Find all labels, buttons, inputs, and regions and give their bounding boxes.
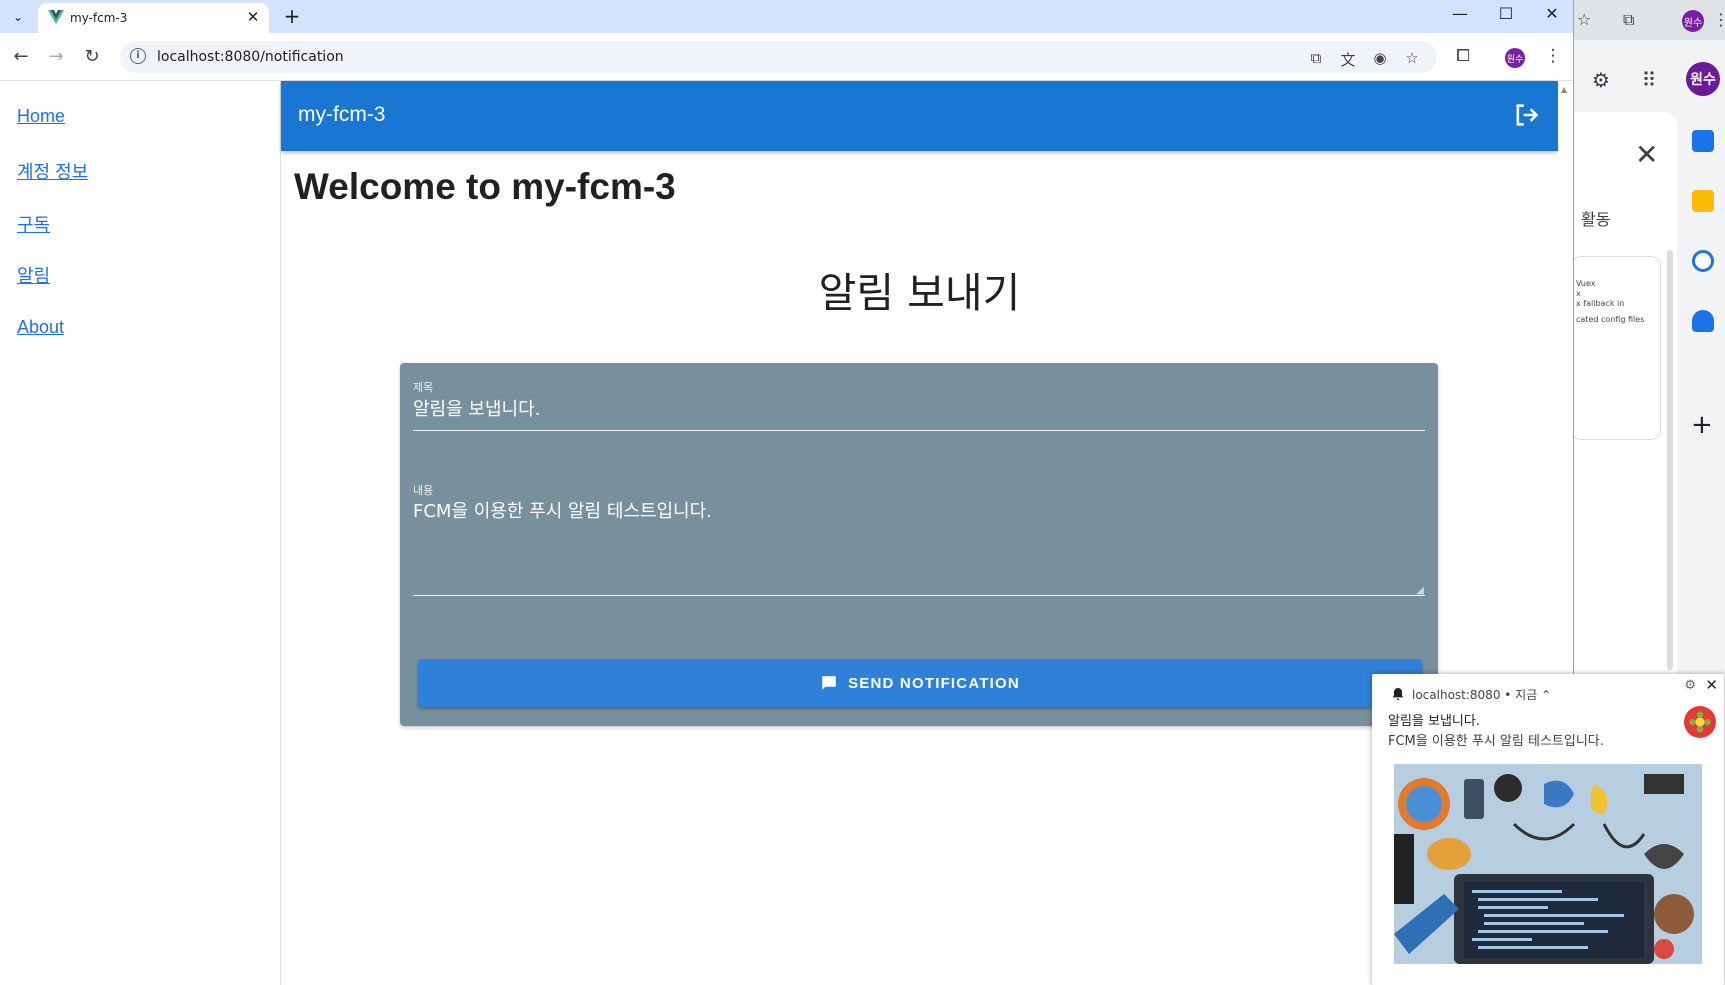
toast-app-icon: [1684, 706, 1716, 738]
activity-label: 활동: [1581, 210, 1611, 229]
apps-grid-icon[interactable]: ⠿: [1635, 66, 1663, 94]
toast-origin: localhost:8080 • 지금 ⌃: [1412, 688, 1552, 702]
browser-toolbar: ← → ↻ i localhost:8080/notification ⧉ 文 …: [0, 33, 1573, 81]
extensions-puzzle-icon[interactable]: ⧠: [1450, 43, 1476, 69]
toast-body: FCM을 이용한 푸시 알림 테스트입니다.: [1388, 734, 1604, 749]
avatar[interactable]: 원수: [1686, 62, 1720, 96]
toast-image: [1394, 764, 1702, 964]
address-bar[interactable]: i localhost:8080/notification ⧉ 文 ◉ ☆: [120, 41, 1437, 73]
keep-icon[interactable]: [1692, 190, 1714, 212]
tasks-icon[interactable]: [1692, 250, 1714, 272]
extensions-icon[interactable]: ⧉: [1623, 10, 1634, 30]
maximize-icon[interactable]: ☐: [1489, 4, 1523, 28]
card-line: cated config files: [1576, 315, 1645, 324]
content-field-label: 내용: [413, 484, 434, 497]
card-line: x fallback in: [1576, 299, 1625, 308]
page-title: Welcome to my-fcm-3: [294, 166, 676, 207]
send-button-label: SEND NOTIFICATION: [848, 674, 1020, 692]
tech-collage-illustration: [1394, 764, 1702, 964]
browser-window: ⌄ my-fcm-3 ✕ + — ☐ ✕ ← → ↻ i localhost:8…: [0, 0, 1574, 985]
title-field[interactable]: 알림을 보냅니다.: [413, 395, 540, 421]
translate-icon[interactable]: 文: [1338, 49, 1358, 69]
close-icon[interactable]: ✕: [1635, 138, 1658, 171]
bookmark-star-icon[interactable]: ☆: [1402, 49, 1422, 67]
card-line: Vuex: [1576, 279, 1596, 288]
notification-form: 제목 알림을 보냅니다. 내용 FCM을 이용한 푸시 알림 테스트입니다. ◢…: [400, 363, 1438, 726]
reload-icon[interactable]: ↻: [80, 45, 104, 69]
sidebar-item-notification[interactable]: 알림: [17, 262, 50, 288]
content-field-underline: [413, 595, 1425, 596]
scrollbar[interactable]: [1667, 250, 1673, 670]
sidebar-item-home[interactable]: Home: [17, 106, 65, 127]
window-close-icon[interactable]: ✕: [1535, 4, 1569, 28]
notification-toast[interactable]: localhost:8080 • 지금 ⌃ ⚙ ✕ 알림을 보냅니다. FCM을…: [1372, 674, 1724, 985]
tab-search-chevron-icon[interactable]: ⌄: [6, 6, 30, 28]
sidebar: Home 계정 정보 구독 알림 About: [0, 81, 281, 985]
calendar-icon[interactable]: [1692, 130, 1714, 152]
url-text[interactable]: localhost:8080/notification: [157, 49, 344, 65]
new-tab-icon[interactable]: +: [280, 4, 304, 28]
title-field-underline: [413, 430, 1425, 431]
tab-title: my-fcm-3: [70, 11, 128, 25]
side-app-icons: [1686, 130, 1720, 370]
activity-card[interactable]: Vuex x x fallback in cated config files: [1571, 256, 1661, 440]
tab-active[interactable]: my-fcm-3 ✕: [38, 3, 269, 33]
more-menu-icon[interactable]: ⋮: [1540, 43, 1566, 69]
content-field[interactable]: FCM을 이용한 푸시 알림 테스트입니다.: [413, 497, 712, 523]
open-external-icon[interactable]: ⧉: [1306, 49, 1326, 67]
sidebar-item-about[interactable]: About: [17, 317, 64, 338]
toast-time: 지금: [1515, 688, 1538, 702]
app-bar: my-fcm-3: [281, 81, 1558, 151]
flower-icon: [1689, 711, 1711, 733]
close-icon[interactable]: ✕: [1705, 676, 1718, 694]
avatar[interactable]: 원수: [1682, 10, 1704, 32]
page-content: Home 계정 정보 구독 알림 About my-fcm-3 ▲ Welcom…: [0, 81, 1573, 985]
toast-origin-host: localhost:8080: [1412, 688, 1501, 702]
title-field-label: 제목: [413, 381, 434, 394]
settings-gear-icon[interactable]: ⚙: [1684, 678, 1696, 693]
avatar[interactable]: 원수: [1505, 48, 1525, 68]
minimize-icon[interactable]: —: [1443, 4, 1477, 28]
bell-icon: [1392, 688, 1404, 700]
toast-title: 알림을 보냅니다.: [1388, 714, 1480, 729]
settings-gear-icon[interactable]: ⚙: [1587, 66, 1615, 94]
vue-logo-icon: [48, 10, 64, 24]
app-title: my-fcm-3: [298, 103, 386, 126]
section-title: 알림 보내기: [818, 269, 1021, 317]
site-info-icon[interactable]: i: [130, 48, 146, 64]
tab-close-icon[interactable]: ✕: [243, 8, 263, 26]
sidebar-item-account[interactable]: 계정 정보: [17, 158, 88, 184]
eye-icon[interactable]: ◉: [1370, 49, 1390, 67]
bookmark-star-icon[interactable]: ☆: [1577, 10, 1591, 29]
scroll-up-icon[interactable]: ▲: [1561, 85, 1567, 94]
logout-icon[interactable]: [1512, 101, 1540, 129]
send-notification-button[interactable]: SEND NOTIFICATION: [418, 659, 1422, 707]
contacts-icon[interactable]: [1692, 310, 1714, 332]
tab-strip: ⌄ my-fcm-3 ✕ + — ☐ ✕: [0, 0, 1573, 33]
more-menu-icon[interactable]: ⋮: [1713, 10, 1725, 29]
forward-arrow-icon[interactable]: →: [44, 45, 68, 69]
back-arrow-icon[interactable]: ←: [9, 45, 33, 69]
card-line: x: [1576, 289, 1581, 298]
add-icon[interactable]: +: [1691, 410, 1713, 440]
message-icon: [822, 676, 836, 690]
sidebar-item-subscribe[interactable]: 구독: [17, 211, 50, 237]
